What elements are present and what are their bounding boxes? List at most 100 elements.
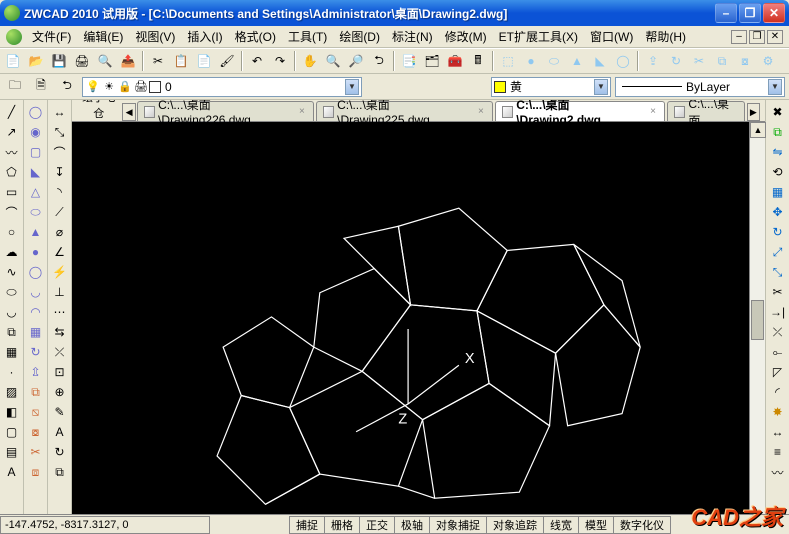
file-tab[interactable]: C:\...\桌面\Drawing225.dwg× — [316, 101, 493, 121]
fillet-icon[interactable]: ◜ — [767, 382, 789, 402]
lwt-toggle[interactable]: 线宽 — [543, 516, 579, 534]
array-icon[interactable]: ▦ — [767, 182, 789, 202]
menu-modify[interactable]: 修改(M) — [439, 26, 493, 47]
revcloud-icon[interactable]: ☁ — [1, 242, 23, 262]
table-icon[interactable]: ▤ — [1, 442, 23, 462]
dim-baseline-icon[interactable]: ⊥ — [49, 282, 71, 302]
3d-mesh-icon[interactable]: ▦ — [25, 322, 47, 342]
drawing-canvas[interactable]: X Z — [72, 122, 749, 514]
menu-file[interactable]: 文件(F) — [26, 26, 77, 47]
dim-linear-icon[interactable]: ↔ — [49, 102, 71, 122]
dim-break-icon[interactable]: ⤫ — [49, 342, 71, 362]
tolerance-icon[interactable]: ⊡ — [49, 362, 71, 382]
otrack-toggle[interactable]: 对象追踪 — [486, 516, 544, 534]
snap-toggle[interactable]: 捕捉 — [289, 516, 325, 534]
pan-icon[interactable]: ✋ — [299, 50, 321, 72]
break-icon[interactable]: ⤫ — [767, 322, 789, 342]
3d-revolve-icon[interactable]: ↻ — [25, 342, 47, 362]
grid-toggle[interactable]: 栅格 — [324, 516, 360, 534]
3d-extrude-icon[interactable]: ⇫ — [25, 362, 47, 382]
offset-icon[interactable]: ⟲ — [767, 162, 789, 182]
linetype-dropdown[interactable]: ByLayer ▼ — [615, 77, 785, 97]
3d-sphere-icon[interactable]: ● — [25, 242, 47, 262]
center-mark-icon[interactable]: ⊕ — [49, 382, 71, 402]
tab-nav-right[interactable]: ▶ — [747, 103, 760, 121]
menu-insert[interactable]: 插入(I) — [181, 26, 228, 47]
zoom-window-icon[interactable]: 🔎 — [345, 50, 367, 72]
menu-view[interactable]: 视图(V) — [129, 26, 181, 47]
save-icon[interactable]: 💾 — [48, 50, 70, 72]
insert-icon[interactable]: ⧉ — [1, 322, 23, 342]
pline-icon[interactable]: 〰 — [1, 142, 23, 162]
gradient-icon[interactable]: ◧ — [1, 402, 23, 422]
mdi-min-button[interactable]: – — [731, 30, 747, 44]
ortho-toggle[interactable]: 正交 — [359, 516, 395, 534]
dim-tedit-icon[interactable]: A — [49, 422, 71, 442]
polygon-icon[interactable]: ⬠ — [1, 162, 23, 182]
mtext-icon[interactable]: A — [1, 462, 23, 482]
line-icon[interactable]: ╱ — [1, 102, 23, 122]
menu-draw[interactable]: 绘图(D) — [333, 26, 386, 47]
toolpalettes-icon[interactable]: 🧰 — [444, 50, 466, 72]
menu-format[interactable]: 格式(O) — [229, 26, 282, 47]
ellipse-icon[interactable]: ⬭ — [1, 282, 23, 302]
mdi-close-button[interactable]: ✕ — [767, 30, 783, 44]
copy-obj-icon[interactable]: ⧉ — [767, 122, 789, 142]
menu-tools[interactable]: 工具(T) — [282, 26, 333, 47]
color-dropdown[interactable]: 黄 ▼ — [491, 77, 611, 97]
scroll-track[interactable] — [750, 138, 765, 514]
new-icon[interactable]: 📄 — [2, 50, 24, 72]
3d-dish-icon[interactable]: ◡ — [25, 282, 47, 302]
dim-update-icon[interactable]: ↻ — [49, 442, 71, 462]
cone-icon[interactable]: ▲ — [566, 50, 588, 72]
model-toggle[interactable]: 模型 — [578, 516, 614, 534]
dim-radius-icon[interactable]: ◝ — [49, 182, 71, 202]
tab-close-icon[interactable]: × — [648, 106, 658, 117]
menu-edit[interactable]: 编辑(E) — [77, 26, 129, 47]
calc-icon[interactable]: 🖩 — [467, 50, 489, 72]
osnap-toggle[interactable]: 对象捕捉 — [429, 516, 487, 534]
coordinates-display[interactable]: -147.4752, -8317.3127, 0 — [0, 516, 210, 534]
extend-icon[interactable]: →| — [767, 302, 789, 322]
dim-diameter-icon[interactable]: ⌀ — [49, 222, 71, 242]
dim-space-icon[interactable]: ⇆ — [49, 322, 71, 342]
ellipsearc-icon[interactable]: ◡ — [1, 302, 23, 322]
dim-aligned-icon[interactable]: ⤡ — [49, 122, 71, 142]
3d-slice-icon[interactable]: ✂ — [25, 442, 47, 462]
revolve-icon[interactable]: ↻ — [665, 50, 687, 72]
spline-icon[interactable]: ∿ — [1, 262, 23, 282]
mirror-icon[interactable]: ⇋ — [767, 142, 789, 162]
dim-style-icon[interactable]: ⧉ — [49, 462, 71, 482]
pedit-icon[interactable]: 〰 — [767, 462, 789, 482]
dim-jogged-icon[interactable]: ⟋ — [49, 202, 71, 222]
xline-icon[interactable]: ↗ — [1, 122, 23, 142]
copy-icon[interactable]: 📋 — [170, 50, 192, 72]
3d-box-icon[interactable]: ▢ — [25, 142, 47, 162]
3d-cylinder-icon[interactable]: ⬭ — [25, 202, 47, 222]
trim-icon[interactable]: ✂ — [767, 282, 789, 302]
3d-circle-icon[interactable]: ◯ — [25, 102, 47, 122]
open-icon[interactable]: 📂 — [25, 50, 47, 72]
hatch-icon[interactable]: ▨ — [1, 382, 23, 402]
interfere-icon[interactable]: ⧇ — [734, 50, 756, 72]
torus-icon[interactable]: ◯ — [612, 50, 634, 72]
dim-edit-icon[interactable]: ✎ — [49, 402, 71, 422]
lengthen-icon[interactable]: ↔ — [767, 422, 789, 442]
chamfer-icon[interactable]: ◸ — [767, 362, 789, 382]
region-icon[interactable]: ▢ — [1, 422, 23, 442]
dim-continue-icon[interactable]: ⋯ — [49, 302, 71, 322]
layer-dropdown[interactable]: 💡 ☀ 🔒 🖨 0 ▼ — [82, 77, 362, 97]
cut-icon[interactable]: ✂ — [147, 50, 169, 72]
dim-arc-icon[interactable]: ⌒ — [49, 142, 71, 162]
close-button[interactable]: ✕ — [763, 3, 785, 23]
tab-close-icon[interactable]: × — [297, 106, 307, 117]
file-tab[interactable]: C:\...\桌面\Drawing226.dwg× — [137, 101, 314, 121]
zoom-prev-icon[interactable]: ⮌ — [368, 50, 390, 72]
vertical-scrollbar[interactable]: ▲ ▼ — [749, 122, 765, 514]
3d-interfere-icon[interactable]: ⧈ — [25, 462, 47, 482]
menu-help[interactable]: 帮助(H) — [639, 26, 692, 47]
3d-wedge-icon[interactable]: ◣ — [25, 162, 47, 182]
properties-icon[interactable]: 📑 — [398, 50, 420, 72]
tab-close-icon[interactable]: × — [476, 106, 486, 117]
move-icon[interactable]: ✥ — [767, 202, 789, 222]
